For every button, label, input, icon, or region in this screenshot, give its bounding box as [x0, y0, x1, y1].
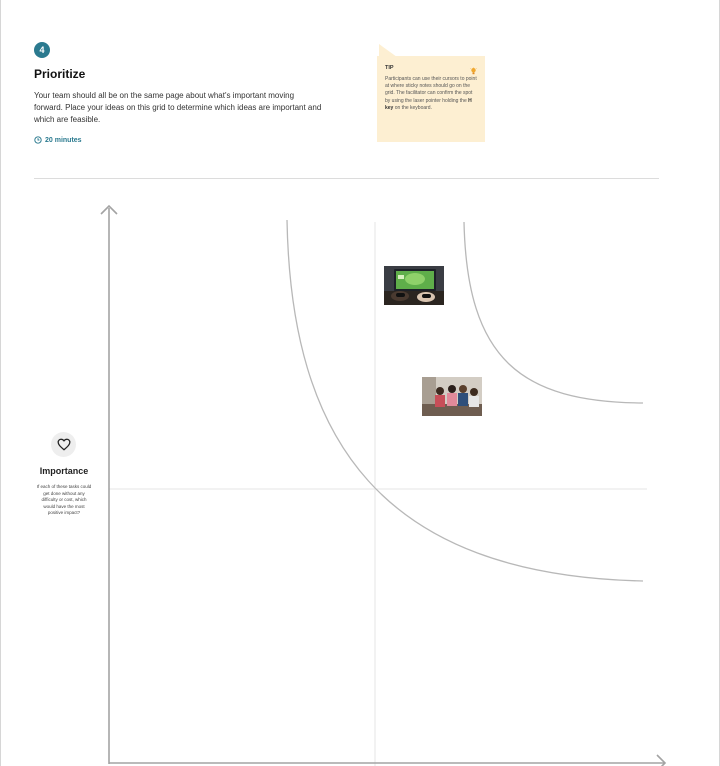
tip-text-part: Participants can use their cursors to po…	[385, 76, 477, 104]
duration-indicator: 20 minutes	[34, 136, 82, 144]
x-axis-arrow-icon	[656, 754, 667, 766]
y-axis-description: If each of these tasks could get done wi…	[36, 484, 92, 516]
section-title: Prioritize	[34, 67, 86, 81]
tip-text-part: on the keyboard.	[393, 104, 432, 111]
tip-text: Participants can use their cursors to po…	[385, 76, 477, 112]
prioritize-board: 4 Prioritize Your team should all be on …	[0, 0, 720, 766]
tip-label: TIP	[385, 65, 394, 71]
game-controllers-photo[interactable]	[384, 266, 444, 305]
clock-icon	[34, 136, 42, 144]
priority-curve-outer	[463, 221, 644, 404]
lightbulb-icon	[470, 63, 477, 81]
section-divider	[34, 178, 659, 179]
tip-card[interactable]: TIP Participants can use their cursors t…	[377, 56, 485, 142]
step-number-badge: 4	[34, 42, 50, 58]
prioritization-grid[interactable]	[1, 190, 720, 766]
importance-icon-badge	[51, 432, 76, 457]
section-description: Your team should all be on the same page…	[34, 91, 322, 124]
y-axis-label: Importance	[39, 466, 89, 476]
heart-icon	[57, 438, 70, 451]
duration-text: 20 minutes	[45, 136, 82, 144]
friends-on-couch-photo[interactable]	[422, 377, 482, 416]
photo-icon	[422, 377, 482, 416]
photo-icon	[384, 266, 444, 305]
